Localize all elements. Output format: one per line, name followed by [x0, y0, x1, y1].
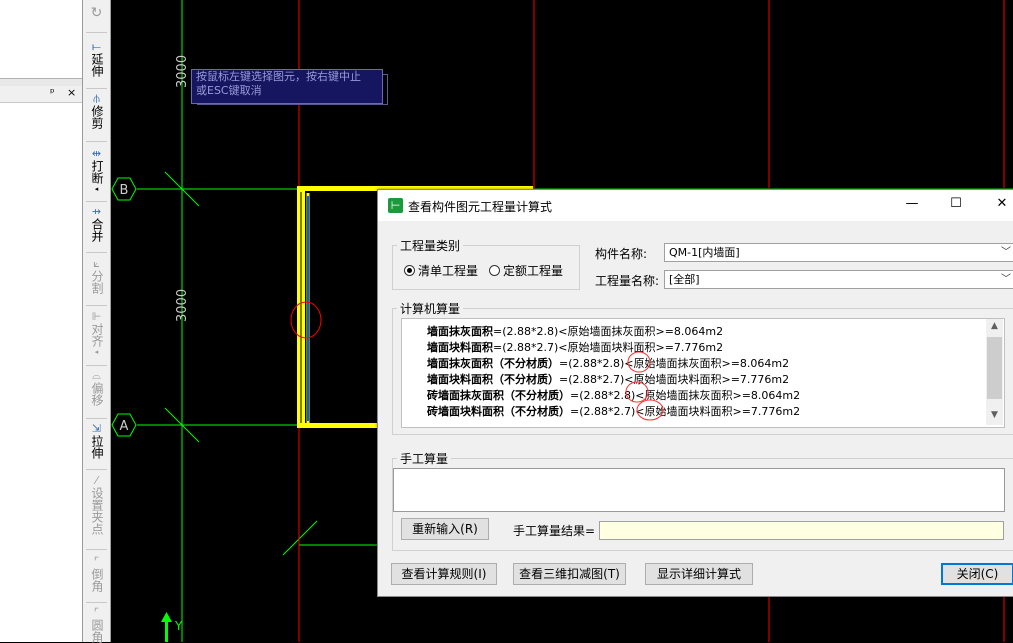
- chamfer-icon: ⌜: [93, 555, 100, 568]
- toolbar-label: 修剪: [90, 105, 104, 129]
- radio-quota-qty[interactable]: 定额工程量: [489, 262, 563, 279]
- toolbar-break[interactable]: ⇹ 打断 ◂: [83, 148, 110, 196]
- modify-toolbar: ↻ ⟝ 延伸 ⫛ 修剪 ⇹ 打断 ◂ ⇸ 合并 ⟀ 分割 ⊩ 对齐 ◂ ⌓ 偏移 ⇲ 拉伸 ⁄ 设置夹…: [83, 0, 111, 643]
- component-name-select[interactable]: QM-1[内墙面] ﹀: [664, 243, 1013, 262]
- wall-yellow: [297, 423, 377, 428]
- dimension-text: 3000: [175, 289, 190, 322]
- pin-icon[interactable]: ᵖ: [50, 86, 55, 99]
- toolbar-split[interactable]: ⟀ 分割: [83, 258, 110, 294]
- toolbar-label: 对齐: [90, 323, 104, 347]
- view-rules-button[interactable]: 查看计算规则(I): [391, 563, 497, 585]
- quantity-formula-dialog: ⊢ 查看构件图元工程量计算式 — ☐ ✕ 工程量类别 清单工程量 定额工程量 构…: [377, 189, 1013, 597]
- toolbar-label: 分割: [90, 270, 104, 294]
- radio-list-qty[interactable]: 清单工程量: [404, 262, 478, 279]
- dropdown-icon: ◂: [94, 348, 99, 356]
- chevron-down-icon: ﹀: [1001, 274, 1011, 285]
- toolbar-label: 合并: [90, 218, 104, 242]
- fillet-icon: ⌜: [93, 606, 100, 619]
- qty-name-label: 工程量名称:: [595, 274, 660, 288]
- scroll-down-icon[interactable]: ▼: [986, 410, 1003, 420]
- select-value: QM-1[内墙面]: [669, 246, 740, 259]
- chevron-down-icon: ﹀: [1001, 247, 1011, 258]
- manual-calc-input[interactable]: [393, 468, 1005, 512]
- ucs-axis: [165, 620, 168, 642]
- radio-checked: [404, 265, 415, 276]
- dropdown-icon: ◂: [94, 185, 99, 193]
- dialog-titlebar[interactable]: ⊢ 查看构件图元工程量计算式 — ☐ ✕: [378, 190, 1013, 221]
- toolbar-offset[interactable]: ⌓ 偏移: [83, 370, 110, 406]
- minimize-icon[interactable]: —: [902, 196, 922, 211]
- dimension-text: 3000: [175, 55, 190, 88]
- manual-calc-legend: 手工算量: [400, 452, 449, 466]
- radio-unchecked: [489, 265, 500, 276]
- toolbar-chamfer[interactable]: ⌜ 倒角: [83, 556, 110, 592]
- undo-button[interactable]: ↻: [83, 0, 110, 26]
- formula-list[interactable]: 墙面抹灰面积=(2.88*2.8)<原始墙面抹灰面积>=8.064m2 墙面块料…: [401, 318, 1005, 428]
- toolbar-label: 延伸: [90, 53, 104, 77]
- maximize-icon[interactable]: ☐: [946, 196, 966, 211]
- stretch-icon: ⇲: [91, 422, 102, 435]
- scroll-up-icon[interactable]: ▲: [986, 321, 1003, 331]
- toolbar-extend[interactable]: ⟝ 延伸: [83, 41, 110, 77]
- scroll-thumb[interactable]: [987, 337, 1002, 399]
- close-button[interactable]: 关闭(C): [941, 563, 1013, 585]
- break-icon: ⇹: [91, 147, 102, 160]
- trim-icon: ⫛: [93, 92, 100, 105]
- toolbar-label: 偏移: [90, 382, 104, 406]
- highlight-circle: [290, 301, 322, 339]
- grip-icon: ⁄: [95, 474, 98, 487]
- qty-name-select[interactable]: [全部] ﹀: [664, 270, 1013, 289]
- axis-label-a: A: [120, 419, 129, 434]
- merge-icon: ⇸: [91, 205, 102, 218]
- ucs-arrow: [161, 612, 172, 622]
- reinput-button[interactable]: 重新输入(R): [401, 518, 489, 540]
- annotation-circle: [627, 351, 651, 373]
- toolbar-set-grip[interactable]: ⁄ 设置夹点: [83, 475, 110, 535]
- view-3d-button[interactable]: 查看三维扣减图(T): [513, 563, 626, 585]
- manual-result-label: 手工算量结果=: [513, 524, 596, 538]
- ucs-y-label: Y: [174, 619, 183, 633]
- grid-tick: [282, 520, 318, 556]
- command-tooltip: 按鼠标左键选择图元，按右键中止 或ESC键取消: [191, 69, 383, 104]
- offset-icon: ⌓: [92, 369, 101, 382]
- split-icon: ⟀: [93, 257, 100, 270]
- toolbar-label: 倒角: [90, 568, 104, 592]
- radio-label: 定额工程量: [503, 264, 564, 278]
- toolbar-merge[interactable]: ⇸ 合并: [83, 206, 110, 242]
- annotation-circle: [625, 381, 649, 403]
- axis-label-b: B: [120, 183, 129, 198]
- annotation-circle: [636, 399, 664, 421]
- close-icon[interactable]: ✕: [992, 196, 1012, 211]
- toolbar-stretch[interactable]: ⇲ 拉伸: [83, 423, 110, 459]
- extend-icon: ⟝: [91, 40, 102, 53]
- radio-label: 清单工程量: [418, 264, 479, 278]
- qty-type-legend: 工程量类别: [400, 239, 461, 253]
- panel-header: ᵖ ×: [0, 86, 82, 103]
- show-detail-button[interactable]: 显示详细计算式: [645, 563, 753, 585]
- toolbar-label: 圆角: [90, 619, 104, 643]
- app-icon: ⊢: [388, 198, 403, 213]
- toolbar-label: 拉伸: [90, 435, 104, 459]
- manual-result-field[interactable]: [599, 521, 1004, 540]
- tooltip-line: 按鼠标左键选择图元，按右键中止: [196, 70, 361, 83]
- panel-close-icon[interactable]: ×: [67, 86, 76, 99]
- component-name-label: 构件名称:: [595, 247, 648, 261]
- toolbar-label: 打断: [90, 160, 104, 184]
- formula-scrollbar[interactable]: ▲ ▼: [986, 319, 1003, 425]
- select-value: [全部]: [669, 273, 700, 286]
- computer-calc-legend: 计算机算量: [400, 302, 461, 316]
- tooltip-line: 或ESC键取消: [196, 84, 262, 97]
- align-icon: ⊩: [91, 310, 102, 323]
- toolbar-trim[interactable]: ⫛ 修剪: [83, 93, 110, 129]
- toolbar-align[interactable]: ⊩ 对齐 ◂: [83, 311, 110, 359]
- annotation-overlay: [625, 351, 664, 421]
- toolbar-fillet[interactable]: ⌜ 圆角: [83, 607, 110, 643]
- redo-icon: ↻: [90, 5, 103, 21]
- toolbar-label: 设置夹点: [90, 487, 104, 535]
- dialog-title: 查看构件图元工程量计算式: [408, 200, 553, 214]
